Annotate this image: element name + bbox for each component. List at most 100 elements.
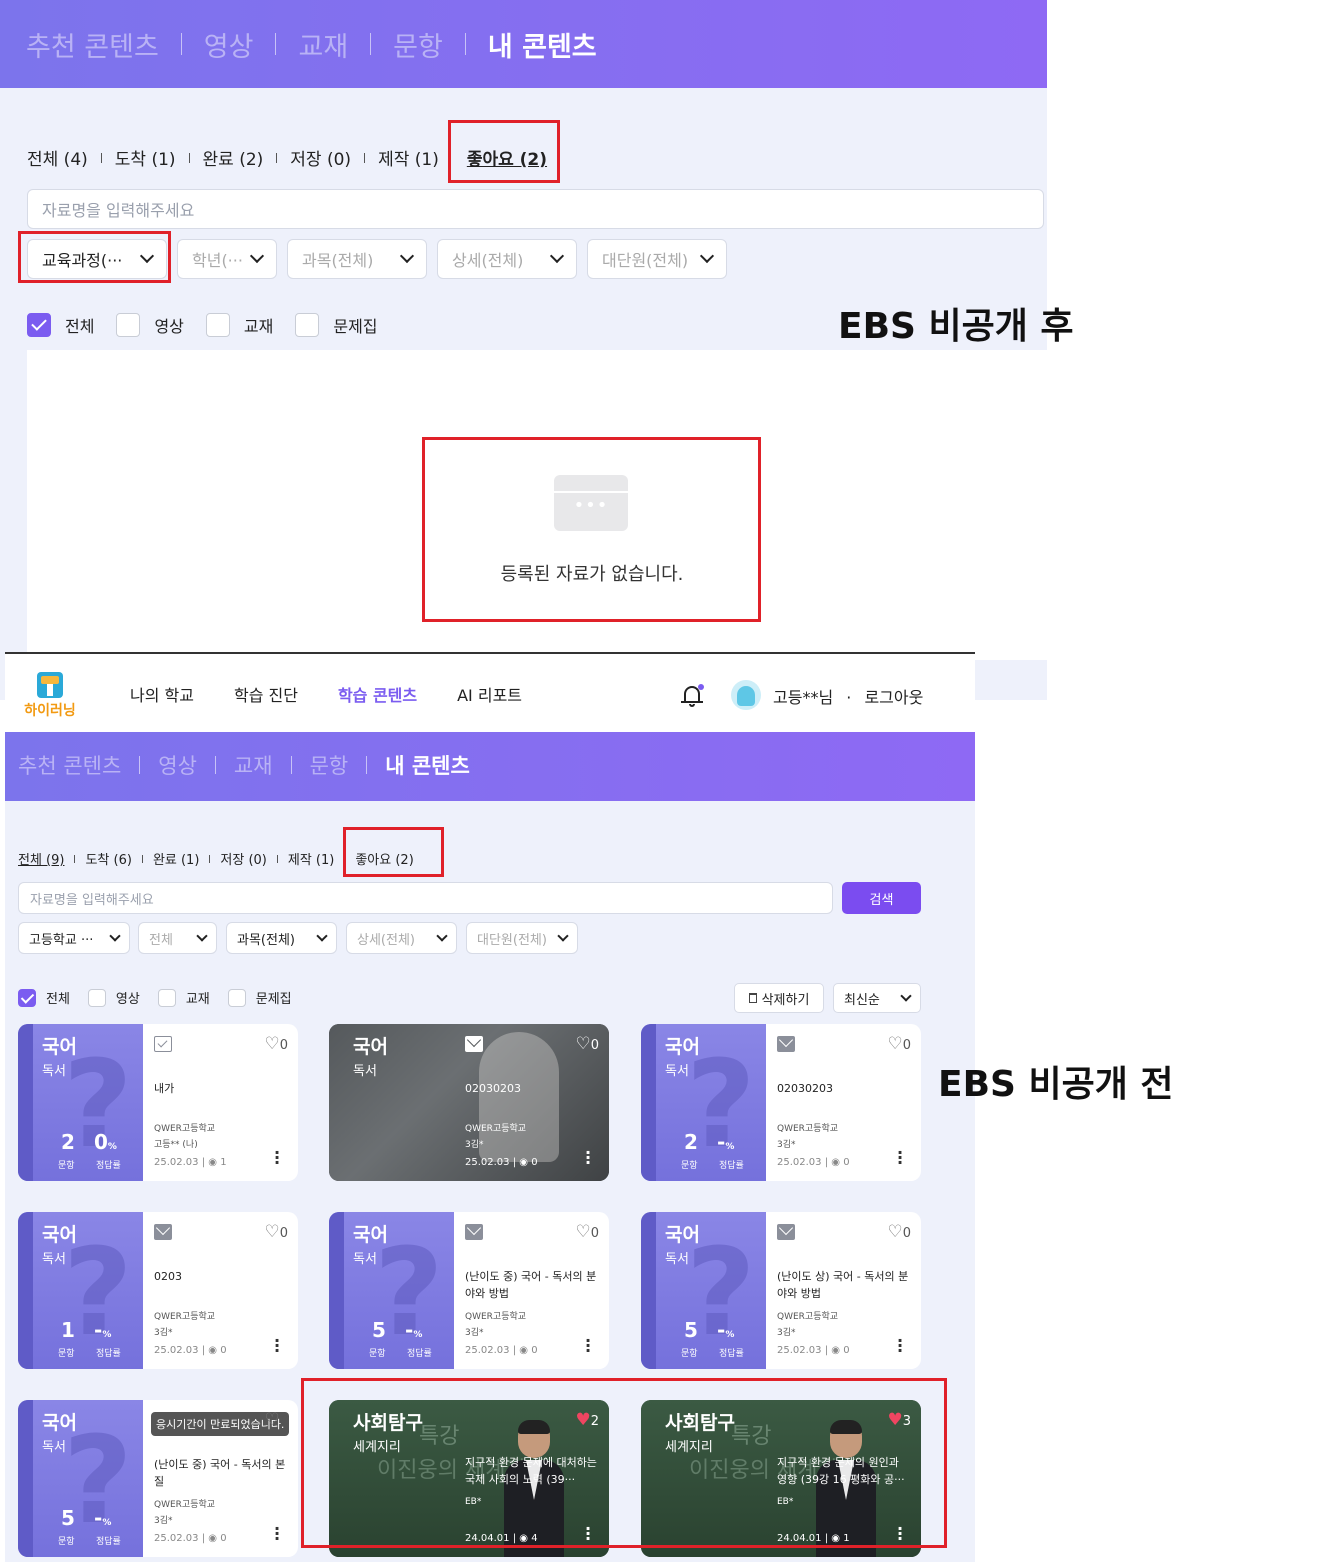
filter-all[interactable]: 전체 (4) bbox=[27, 145, 88, 170]
tab-question[interactable]: 문항 bbox=[310, 750, 349, 780]
eye-icon: ◉ bbox=[208, 1533, 217, 1544]
select-subject[interactable]: 과목(전체) bbox=[226, 922, 337, 954]
content-card[interactable]: 국어 독서 ♡0 02030203 QWER고등학교 3김* 25.02.03 … bbox=[329, 1024, 609, 1181]
like-button[interactable]: ♡0 bbox=[575, 1222, 599, 1242]
filter-saved[interactable]: 저장 (0) bbox=[220, 849, 266, 868]
checkbox-all[interactable] bbox=[27, 313, 51, 337]
tab-textbook[interactable]: 교재 bbox=[298, 25, 348, 64]
select-detail[interactable]: 상세(전체) bbox=[346, 922, 457, 954]
filter-made[interactable]: 제작 (1) bbox=[378, 145, 439, 170]
label-before: EBS 비공개 전 bbox=[938, 1064, 1174, 1105]
filter-arrived[interactable]: 도착 (1) bbox=[115, 145, 176, 170]
filter-done[interactable]: 완료 (2) bbox=[203, 145, 264, 170]
like-button[interactable]: ♡0 bbox=[887, 1222, 911, 1242]
more-menu-icon[interactable]: · · · bbox=[274, 1521, 280, 1547]
checkbox-all[interactable] bbox=[18, 988, 36, 1007]
content-card[interactable]: ? 국어 독서 5 -% 문항 정답률 응시기간이 만료되었습니다. ♡0 (난… bbox=[18, 1400, 298, 1557]
checkbox-video[interactable] bbox=[116, 313, 141, 337]
tab-video[interactable]: 영상 bbox=[204, 25, 254, 64]
select-grade[interactable]: 학년(··· bbox=[177, 239, 277, 279]
delete-button[interactable]: 삭제하기 bbox=[734, 983, 824, 1013]
checkbox-workbook[interactable] bbox=[295, 313, 320, 337]
select-detail[interactable]: 상세(전체) bbox=[437, 239, 577, 279]
user-name[interactable]: 고등**님 bbox=[773, 688, 833, 707]
nav-learning-content[interactable]: 학습 콘텐츠 bbox=[338, 682, 417, 706]
filter-made[interactable]: 제작 (1) bbox=[288, 849, 334, 868]
select-curriculum[interactable]: 고등학교 ··· bbox=[18, 922, 130, 954]
search-button[interactable]: 검색 bbox=[842, 882, 921, 914]
tab-divider bbox=[370, 33, 372, 55]
bell-icon[interactable] bbox=[681, 684, 704, 708]
more-menu-icon[interactable]: · · · bbox=[585, 1333, 591, 1359]
tab-video[interactable]: 영상 bbox=[158, 750, 197, 780]
card-subject: 국어 bbox=[353, 1224, 388, 1246]
card-rate: -% bbox=[405, 1318, 422, 1342]
filter-saved[interactable]: 저장 (0) bbox=[290, 145, 351, 170]
card-school: QWER고등학교 bbox=[154, 1312, 216, 1322]
filter-all[interactable]: 전체 (9) bbox=[18, 849, 64, 868]
avatar[interactable] bbox=[731, 680, 761, 710]
content-card[interactable]: ? 국어 독서 5 -% 문항 정답률 ♡0 (난이도 중) 국어 - 독서의 … bbox=[329, 1212, 609, 1369]
card-views: 0 bbox=[220, 1345, 227, 1356]
filter-done[interactable]: 완료 (1) bbox=[153, 849, 199, 868]
card-meta: 25.02.03 | ◉ 0 bbox=[154, 1533, 227, 1544]
like-button[interactable]: ♡0 bbox=[575, 1034, 599, 1054]
tab-my-content[interactable]: 내 콘텐츠 bbox=[385, 750, 470, 780]
heart-icon: ♡ bbox=[575, 1222, 591, 1242]
like-button[interactable]: ♡0 bbox=[264, 1222, 288, 1242]
tab-recommended[interactable]: 추천 콘텐츠 bbox=[26, 25, 159, 64]
more-menu-icon[interactable]: · · · bbox=[274, 1145, 280, 1171]
checkbox-all-label: 전체 bbox=[65, 317, 95, 336]
content-card[interactable]: ? 국어 독서 1 -% 문항 정답률 ♡0 0203 QWER고등학교 3김*… bbox=[18, 1212, 298, 1369]
tab-recommended[interactable]: 추천 콘텐츠 bbox=[18, 750, 121, 780]
logo[interactable]: 하이러닝 bbox=[21, 672, 79, 719]
card-school: QWER고등학교 bbox=[154, 1124, 216, 1134]
more-menu-icon[interactable]: · · · bbox=[585, 1145, 591, 1171]
content-card[interactable]: ? 국어 독서 5 -% 문항 정답률 ♡0 (난이도 상) 국어 - 독서의 … bbox=[641, 1212, 921, 1369]
nav-ai-report[interactable]: AI 리포트 bbox=[457, 682, 522, 706]
card-meta: 25.02.03 | ◉ 0 bbox=[465, 1345, 538, 1356]
more-menu-icon[interactable]: · · · bbox=[274, 1333, 280, 1359]
tab-my-content[interactable]: 내 콘텐츠 bbox=[488, 25, 597, 64]
select-grade[interactable]: 전체 bbox=[138, 922, 217, 954]
search-input[interactable]: 자료명을 입력해주세요 bbox=[27, 189, 1044, 229]
eye-icon: ◉ bbox=[519, 1345, 528, 1356]
logout-link[interactable]: 로그아웃 bbox=[864, 688, 923, 707]
card-subject: 국어 bbox=[42, 1224, 77, 1246]
nav-diagnosis[interactable]: 학습 진단 bbox=[234, 682, 298, 706]
tab-question[interactable]: 문항 bbox=[393, 25, 443, 64]
card-subsubject: 독서 bbox=[353, 1064, 377, 1079]
like-button[interactable]: ♡0 bbox=[887, 1034, 911, 1054]
card-title: (난이도 상) 국어 - 독서의 분야와 방법 bbox=[777, 1270, 909, 1300]
filter-arrived[interactable]: 도착 (6) bbox=[85, 849, 131, 868]
select-unit-label: 대단원(전체) bbox=[477, 932, 547, 948]
select-unit[interactable]: 대단원(전체) bbox=[587, 239, 727, 279]
checkbox-textbook[interactable] bbox=[157, 988, 176, 1007]
select-subject-label: 과목(전체) bbox=[302, 251, 374, 270]
card-count-label: 문항 bbox=[681, 1161, 698, 1171]
select-subject[interactable]: 과목(전체) bbox=[287, 239, 427, 279]
checkbox-workbook[interactable] bbox=[227, 988, 246, 1007]
envelope-icon bbox=[154, 1224, 172, 1240]
like-button[interactable]: ♡0 bbox=[264, 1410, 288, 1430]
card-school: QWER고등학교 bbox=[777, 1124, 839, 1134]
checkbox-textbook[interactable] bbox=[205, 313, 230, 337]
card-question-count: 5 bbox=[372, 1318, 386, 1342]
more-menu-icon[interactable]: · · · bbox=[897, 1333, 903, 1359]
card-date: 25.02.03 bbox=[154, 1157, 199, 1168]
search-input[interactable]: 자료명을 입력해주세요 bbox=[18, 882, 833, 914]
content-card[interactable]: ? 국어 독서 2 0% 문항 정답률 ♡0 내가 QWER고등학교 고등** … bbox=[18, 1024, 298, 1181]
tab-divider bbox=[366, 756, 368, 774]
card-rate-label: 정답률 bbox=[719, 1161, 744, 1171]
checkbox-video[interactable] bbox=[87, 988, 106, 1007]
like-button[interactable]: ♡0 bbox=[264, 1034, 288, 1054]
card-rate-label: 정답률 bbox=[719, 1349, 744, 1359]
sort-select[interactable]: 최신순 bbox=[833, 983, 921, 1013]
card-views: 0 bbox=[843, 1345, 850, 1356]
content-card[interactable]: ? 국어 독서 2 -% 문항 정답률 ♡0 02030203 QWER고등학교… bbox=[641, 1024, 921, 1181]
select-unit[interactable]: 대단원(전체) bbox=[466, 922, 578, 954]
card-views: 1 bbox=[220, 1157, 227, 1168]
tab-textbook[interactable]: 교재 bbox=[234, 750, 273, 780]
more-menu-icon[interactable]: · · · bbox=[897, 1145, 903, 1171]
nav-my-school[interactable]: 나의 학교 bbox=[130, 682, 194, 706]
